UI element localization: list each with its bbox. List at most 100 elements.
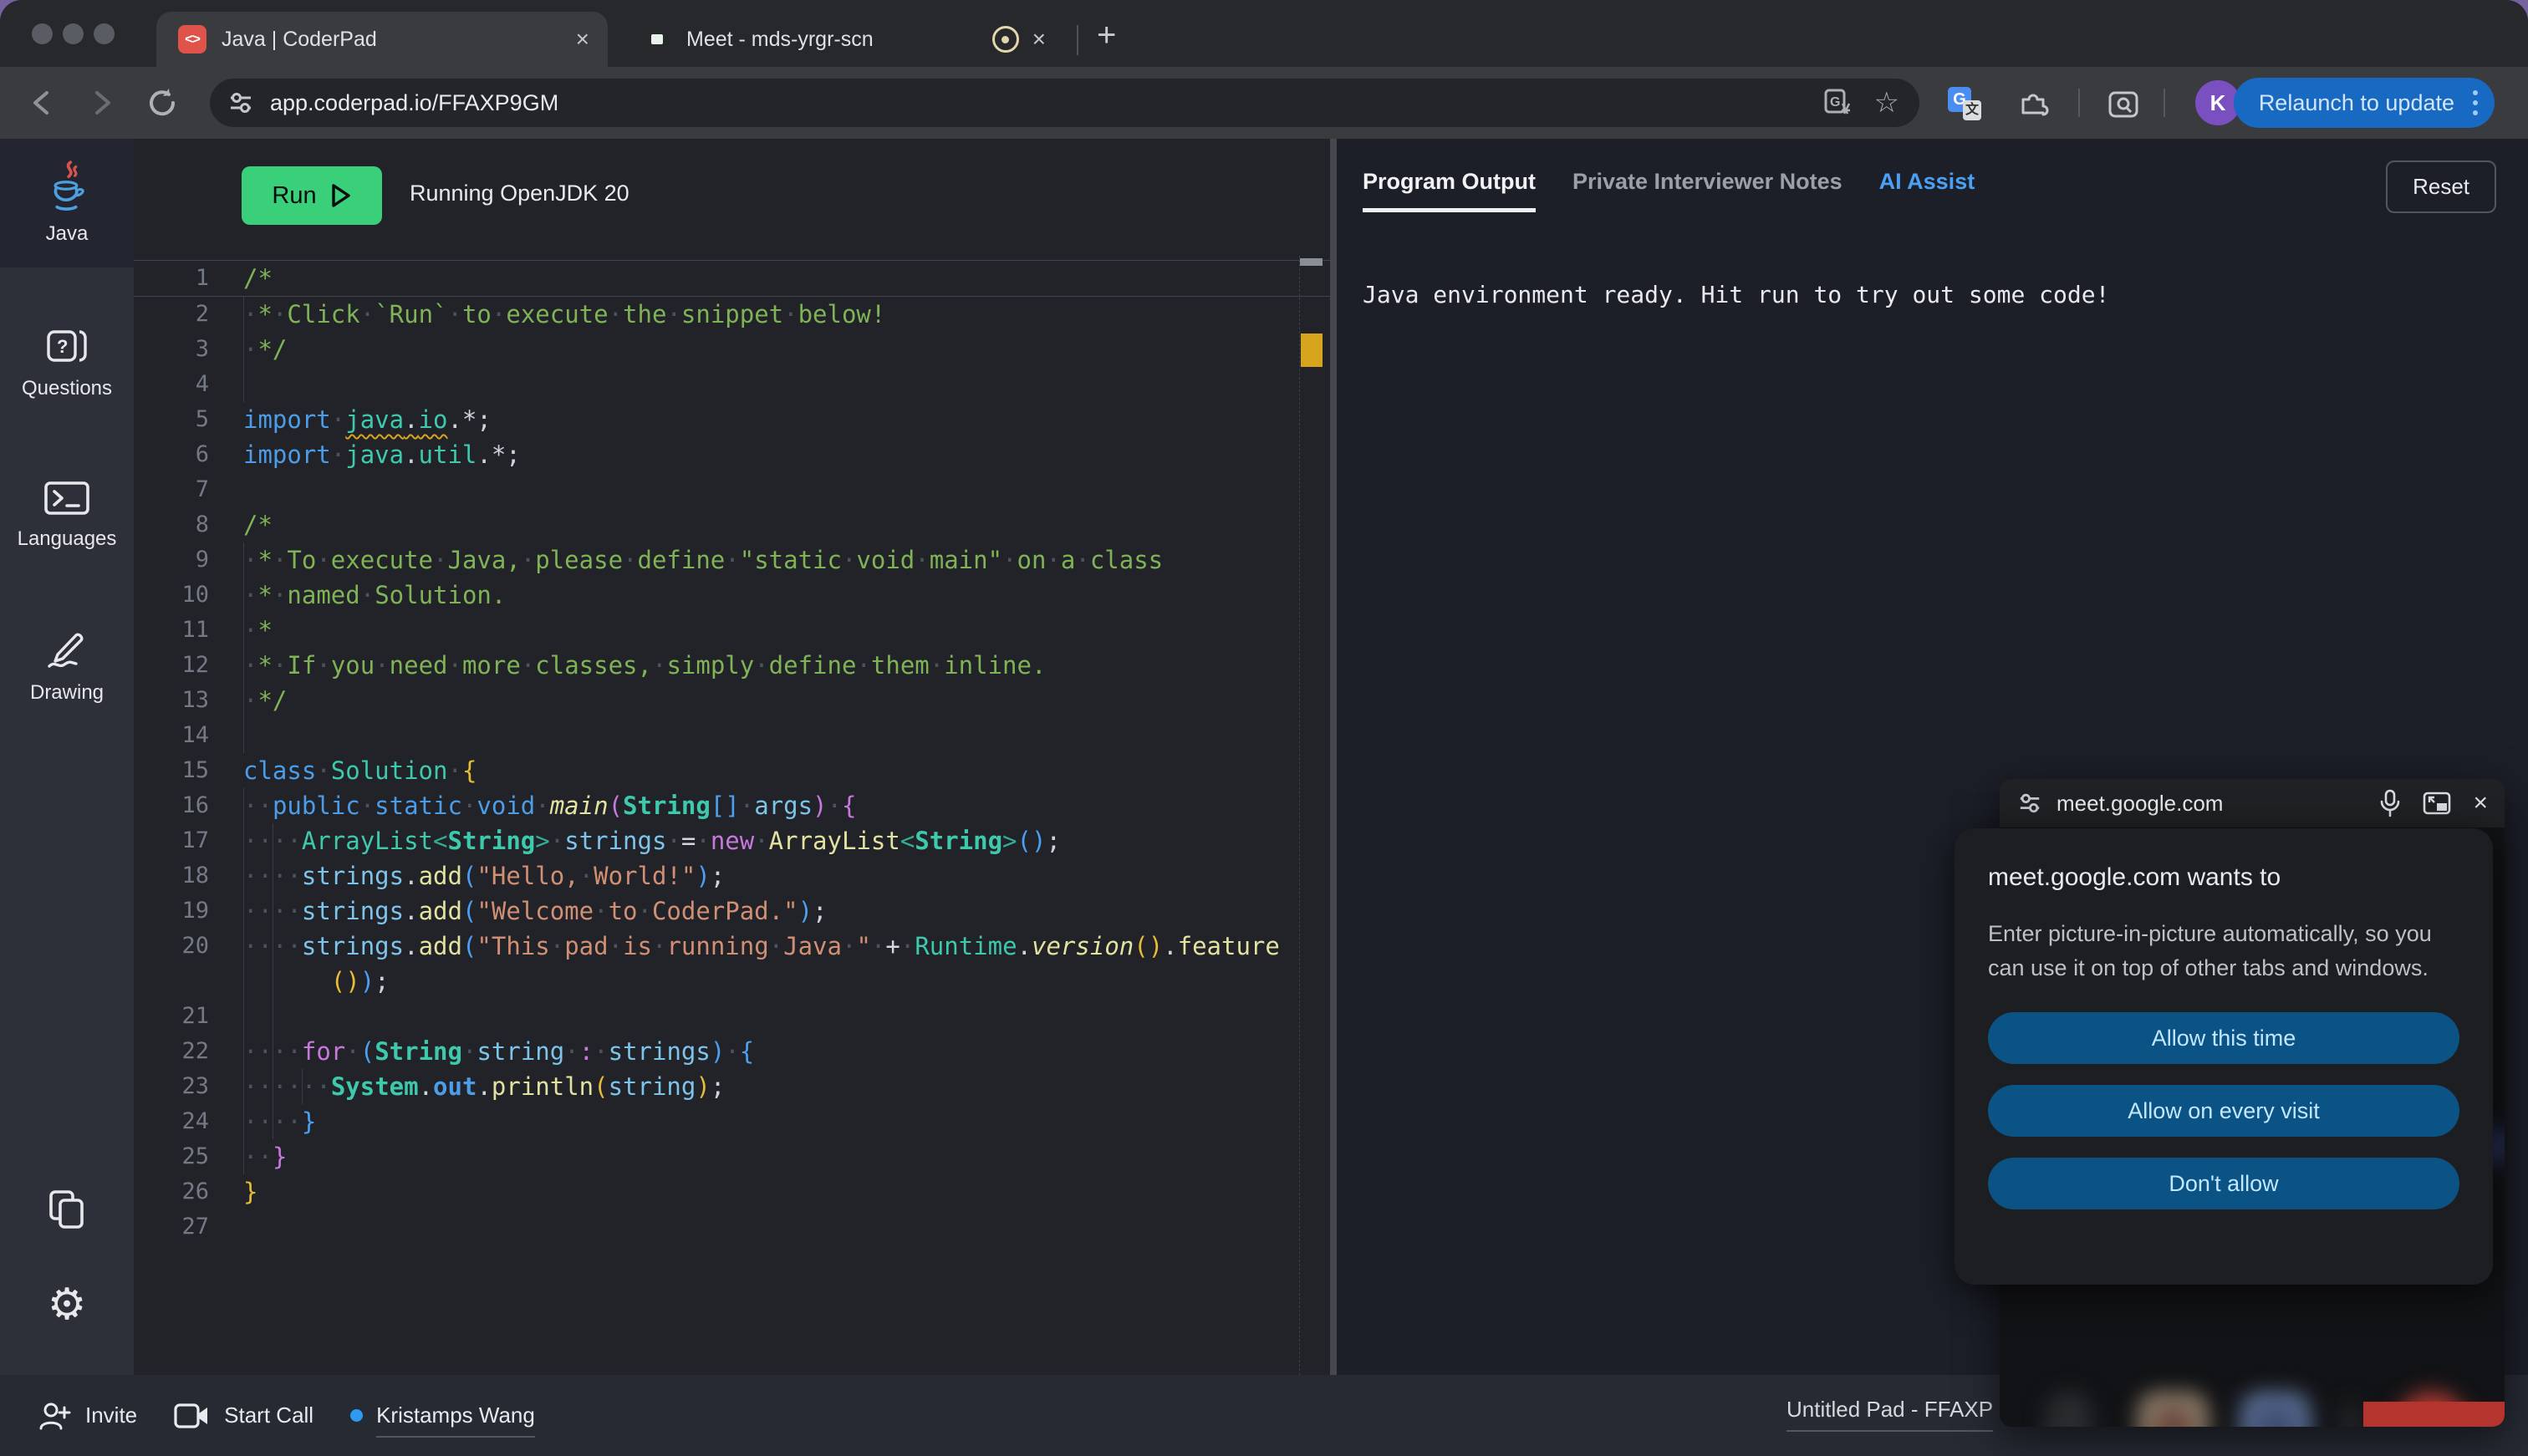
code-line[interactable]: 24····} <box>134 1104 1330 1139</box>
invite-button[interactable]: Invite <box>38 1401 137 1431</box>
warning-marker[interactable] <box>1301 333 1323 367</box>
tab-close-icon[interactable]: × <box>1032 26 1046 53</box>
code-line[interactable]: 10·*·named·Solution. <box>134 578 1330 613</box>
sidebar-item-java[interactable]: Java <box>0 139 134 267</box>
editor-scrollbar-thumb[interactable] <box>1300 258 1323 266</box>
window-zoom-button[interactable] <box>94 23 115 44</box>
new-tab-button[interactable]: + <box>1097 18 1116 52</box>
code-line[interactable]: 22····for·(String·string·:·strings)·{ <box>134 1034 1330 1069</box>
dont-allow-button[interactable]: Don't allow <box>1988 1158 2459 1209</box>
bookmark-star-icon[interactable]: ☆ <box>1874 86 1899 120</box>
side-panel-search-icon[interactable] <box>2107 88 2140 121</box>
code-line[interactable]: 19····strings.add("Welcome·to·CoderPad."… <box>134 893 1330 929</box>
pane-divider[interactable] <box>1330 139 1337 1375</box>
code-line[interactable]: 20····strings.add("This·pad·is·running·J… <box>134 929 1330 964</box>
copy-icon <box>48 1189 86 1230</box>
tab-title: Java | CoderPad <box>222 28 377 52</box>
pip-title-bar[interactable]: meet.google.com × <box>2000 779 2505 827</box>
sidebar-item-drawing[interactable]: Drawing <box>0 605 134 731</box>
code-line[interactable]: 9·*·To·execute·Java,·please·define·"stat… <box>134 542 1330 578</box>
code-line[interactable]: 8/* <box>134 507 1330 542</box>
translate-icon[interactable]: G <box>1824 89 1853 117</box>
site-settings-icon[interactable] <box>228 90 253 115</box>
pip-close-icon[interactable]: × <box>2473 789 2488 817</box>
allow-this-time-button[interactable]: Allow this time <box>1988 1012 2459 1064</box>
browser-menu-icon[interactable] <box>2473 90 2478 115</box>
allow-on-every-visit-button[interactable]: Allow on every visit <box>1988 1085 2459 1137</box>
code-line[interactable]: 2·*·Click·`Run`·to·execute·the·snippet·b… <box>134 297 1330 332</box>
tab-program-output[interactable]: Program Output <box>1363 169 1536 212</box>
tab-private-interviewer-notes[interactable]: Private Interviewer Notes <box>1572 169 1842 208</box>
line-number: 23 <box>134 1069 209 1104</box>
code-line[interactable]: 25··} <box>134 1139 1330 1174</box>
code-line[interactable]: 3·*/ <box>134 332 1330 367</box>
code-line[interactable]: 4 <box>134 367 1330 402</box>
code-line[interactable]: 17····ArrayList<String>·strings·=·new·Ar… <box>134 823 1330 858</box>
presence-dot-icon <box>350 1409 363 1422</box>
line-number: 22 <box>134 1034 209 1069</box>
url-text[interactable]: app.coderpad.io/FFAXP9GM <box>270 90 558 116</box>
invite-label: Invite <box>85 1403 137 1428</box>
sidebar-item-languages[interactable]: Languages <box>0 453 134 578</box>
site-settings-icon[interactable] <box>2018 792 2041 815</box>
relaunch-label: Relaunch to update <box>2259 90 2454 116</box>
participant[interactable]: Kristamps Wang <box>350 1403 535 1428</box>
start-call-button[interactable]: Start Call <box>174 1403 313 1429</box>
forward-icon[interactable] <box>85 86 119 120</box>
pad-title[interactable]: Untitled Pad - FFAXP <box>1786 1397 1993 1432</box>
code-line[interactable]: 13·*/ <box>134 683 1330 718</box>
start-call-label: Start Call <box>224 1403 313 1428</box>
code-text: class·Solution·{ <box>243 753 1330 788</box>
code-line[interactable]: 5import·java.io.*; <box>134 402 1330 437</box>
coderpad-favicon: <> <box>178 25 206 53</box>
code-line[interactable]: 16··public·static·void·main(String[]·arg… <box>134 788 1330 823</box>
line-number: 13 <box>134 683 209 718</box>
code-line[interactable]: 26} <box>134 1174 1330 1209</box>
code-line[interactable]: ()); <box>134 964 1330 999</box>
line-number: 3 <box>134 332 209 367</box>
sidebar-copy-button[interactable] <box>0 1189 134 1235</box>
code-line[interactable]: 21 <box>134 999 1330 1034</box>
window-controls <box>32 23 115 44</box>
sidebar-item-label: Java <box>46 222 89 246</box>
translate-extension-icon[interactable]: G文 <box>1948 87 1981 120</box>
reload-icon[interactable] <box>145 86 179 120</box>
address-bar[interactable]: app.coderpad.io/FFAXP9GM G ☆ <box>210 79 1919 127</box>
pip-red-banner <box>2363 1402 2505 1427</box>
terminal-icon <box>43 481 90 516</box>
code-line[interactable]: 14 <box>134 718 1330 753</box>
tab-close-icon[interactable]: × <box>576 26 589 53</box>
code-line[interactable]: 1/* <box>134 260 1330 297</box>
code-text <box>243 718 1330 753</box>
code-line[interactable]: 18····strings.add("Hello,·World!"); <box>134 858 1330 893</box>
relaunch-to-update-button[interactable]: Relaunch to update <box>2234 78 2495 128</box>
settings-gear-icon[interactable]: ⚙ <box>0 1283 134 1326</box>
tab-ai-assist[interactable]: AI Assist <box>1879 169 1975 208</box>
code-line[interactable]: 6import·java.util.*; <box>134 437 1330 472</box>
dialog-body: Enter picture-in-picture automatically, … <box>1988 917 2469 985</box>
extensions-puzzle-icon[interactable] <box>2016 88 2050 121</box>
code-line[interactable]: 23······System.out.println(string); <box>134 1069 1330 1104</box>
code-text: import·java.io.*; <box>243 402 1330 437</box>
svg-text:G: G <box>1830 95 1840 109</box>
code-area[interactable]: 1/*2·*·Click·`Run`·to·execute·the·snippe… <box>134 260 1330 1245</box>
window-minimize-button[interactable] <box>63 23 84 44</box>
sidebar-item-questions[interactable]: ? Questions <box>0 301 134 426</box>
tab-coderpad[interactable]: <> Java | CoderPad × <box>156 12 608 67</box>
back-icon[interactable] <box>25 86 59 120</box>
code-line[interactable]: 7 <box>134 472 1330 507</box>
reset-button[interactable]: Reset <box>2386 160 2496 213</box>
code-line[interactable]: 12·*·If·you·need·more·classes,·simply·de… <box>134 648 1330 683</box>
code-editor-pane: Run Running OpenJDK 20 1/*2·*·Click·`Run… <box>134 139 1330 1375</box>
code-line[interactable]: 27 <box>134 1209 1330 1245</box>
tab-meet[interactable]: Meet - mds-yrgr-scn × <box>621 12 1064 67</box>
window-close-button[interactable] <box>32 23 53 44</box>
run-button[interactable]: Run <box>242 166 382 225</box>
play-icon <box>330 183 352 208</box>
code-line[interactable]: 15class·Solution·{ <box>134 753 1330 788</box>
pip-expand-icon[interactable] <box>2423 792 2451 815</box>
microphone-icon[interactable] <box>2379 789 2401 817</box>
code-text: ····strings.add("Welcome·to·CoderPad."); <box>243 893 1330 929</box>
code-line[interactable]: 11·* <box>134 613 1330 648</box>
line-number: 18 <box>134 858 209 893</box>
